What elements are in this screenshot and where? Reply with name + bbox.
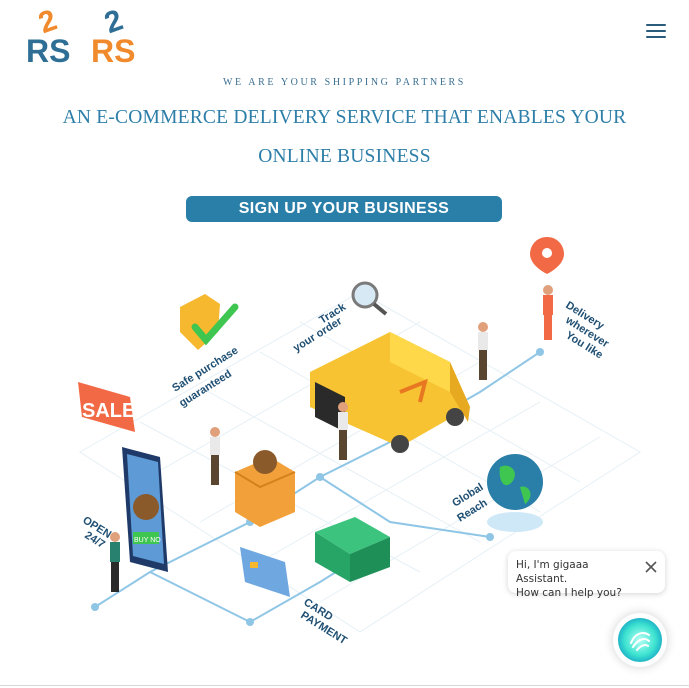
cash-stack: [315, 517, 390, 582]
chat-greeting-text: Hi, I'm gigaaa Assistant. How can I help…: [516, 558, 640, 600]
shield-check-icon: [180, 294, 239, 350]
chat-greeting-line2: How can I help you?: [516, 587, 622, 599]
magnifier-icon: [351, 281, 388, 316]
smartphone-shop: BUY NO: [122, 447, 168, 572]
sale-label: SALE: [82, 400, 135, 422]
hero-headline: AN E-COMMERCE DELIVERY SERVICE THAT ENAB…: [62, 107, 627, 167]
credit-card: [240, 547, 290, 597]
location-pin-icon: [530, 237, 564, 274]
menu-icon[interactable]: [646, 24, 666, 40]
hero-tagline: WE ARE YOUR SHIPPING PARTNERS: [223, 77, 466, 88]
sale-tag: SALE: [78, 382, 135, 432]
logo-mark-left: 2 RS: [26, 4, 70, 66]
buy-now-label: BUY NO: [134, 537, 161, 544]
brand-logo[interactable]: 2 RS 2 RS: [26, 4, 150, 66]
delivery-van: [310, 332, 470, 453]
chat-assistant-button[interactable]: [613, 613, 667, 667]
chat-greeting-line1: Hi, I'm gigaaa Assistant.: [516, 559, 589, 585]
track-label-2: your order: [291, 315, 345, 355]
svg-text:RS: RS: [26, 33, 70, 66]
svg-text:RS: RS: [91, 33, 135, 66]
teddy-box: [234, 450, 296, 527]
sign-up-business-button[interactable]: SIGN UP YOUR BUSINESS: [186, 196, 502, 222]
close-icon[interactable]: [644, 560, 658, 574]
logo-mark-right: 2 RS: [91, 4, 135, 66]
chat-greeting-bubble[interactable]: Hi, I'm gigaaa Assistant. How can I help…: [508, 551, 665, 599]
page-divider: [0, 685, 689, 686]
chat-assistant-icon: [618, 618, 662, 662]
site-header: 2 RS 2 RS: [0, 0, 689, 70]
globe-icon: [487, 454, 543, 532]
